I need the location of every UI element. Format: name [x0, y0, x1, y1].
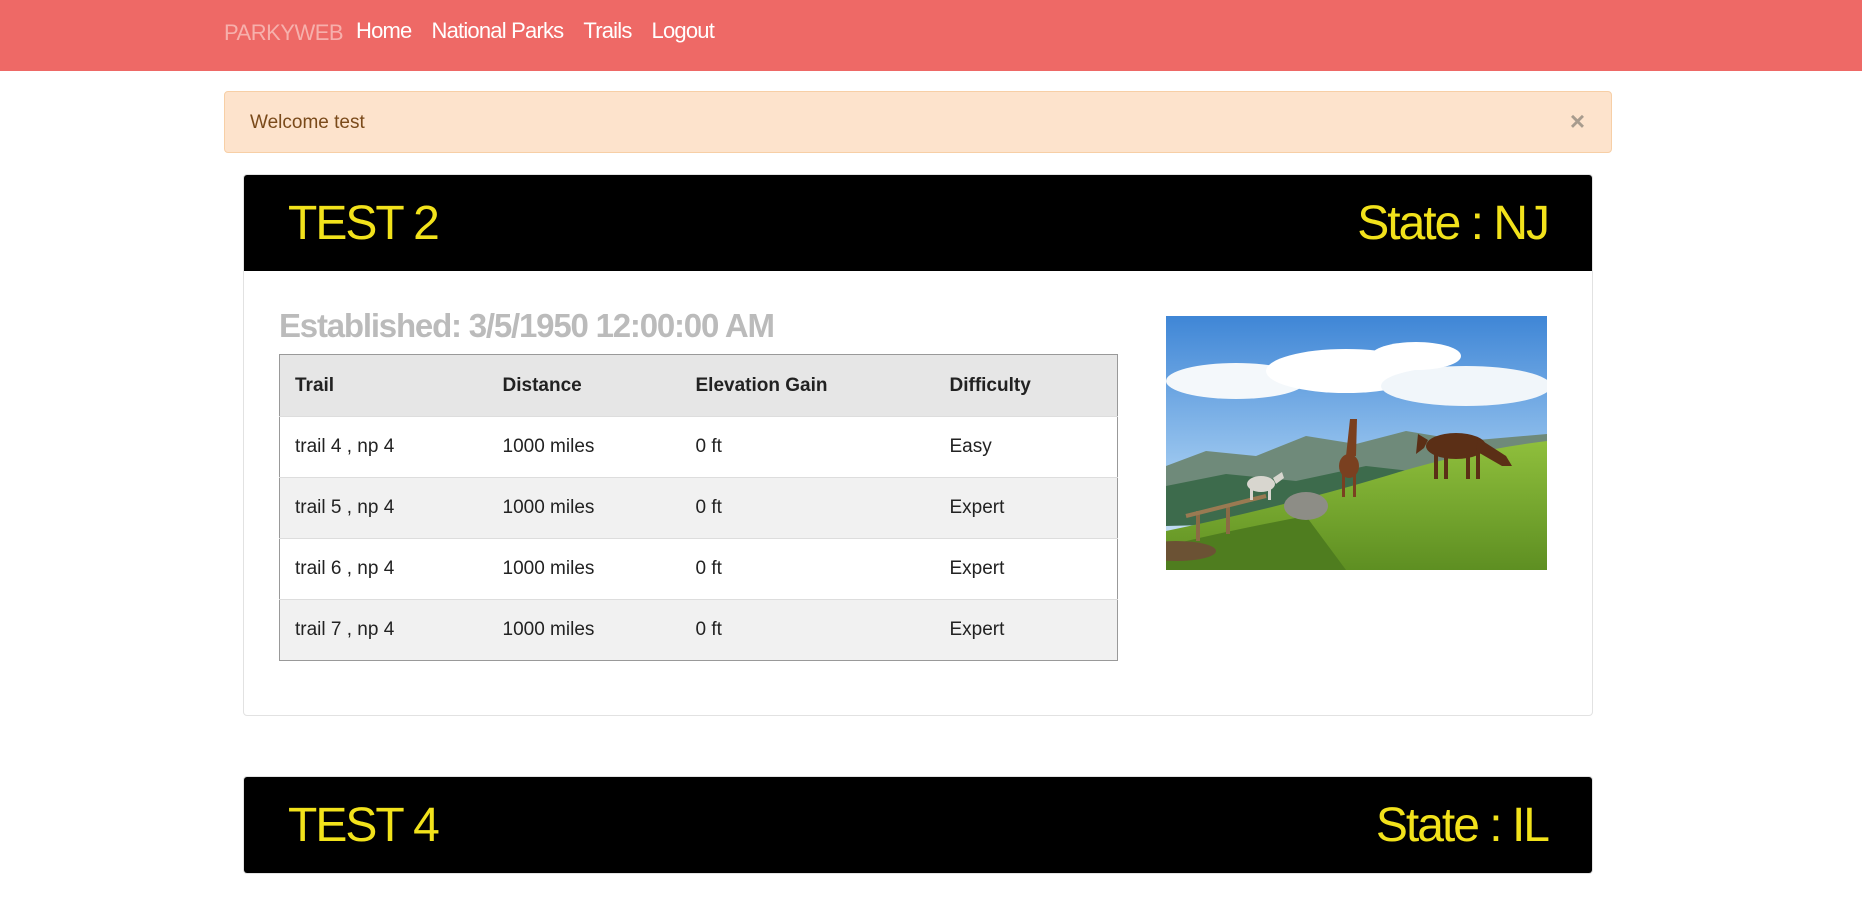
brand-logo[interactable]: PARKYWEB	[224, 20, 344, 46]
park-name: TEST 4	[288, 798, 440, 852]
nav-link-trails[interactable]: Trails	[583, 18, 632, 44]
horses-landscape-icon	[1166, 316, 1547, 570]
cell-elevation-gain: 0 ft	[680, 599, 935, 661]
welcome-alert: Welcome test ×	[224, 91, 1612, 153]
nav-link-national-parks[interactable]: National Parks	[432, 18, 565, 44]
cell-elevation-gain: 0 ft	[680, 538, 935, 600]
cell-difficulty: Expert	[934, 477, 1118, 539]
close-icon[interactable]: ×	[1570, 108, 1585, 134]
cell-trail: trail 7 , np 4	[279, 599, 488, 661]
top-navbar: PARKYWEB Home National Parks Trails Logo…	[0, 0, 1862, 71]
park-header: TEST 4 State : IL	[244, 777, 1592, 873]
park-state: State : NJ	[1357, 196, 1550, 250]
nav-link-home[interactable]: Home	[356, 18, 412, 44]
column-header-distance: Distance	[487, 354, 681, 417]
park-state: State : IL	[1375, 798, 1550, 852]
park-photo	[1166, 316, 1547, 570]
park-name: TEST 2	[288, 196, 440, 250]
park-body: Established: 3/5/1950 12:00:00 AM Trail …	[244, 271, 1592, 715]
cell-elevation-gain: 0 ft	[680, 477, 935, 539]
trails-table: Trail Distance Elevation Gain Difficulty…	[279, 354, 1118, 661]
alert-message: Welcome test	[250, 112, 365, 133]
column-header-difficulty: Difficulty	[934, 354, 1118, 417]
table-row: trail 6 , np 4 1000 miles 0 ft Expert	[279, 538, 1118, 600]
nav-links: Home National Parks Trails Logout	[356, 18, 715, 44]
table-header-row: Trail Distance Elevation Gain Difficulty	[279, 354, 1118, 417]
cell-distance: 1000 miles	[487, 477, 681, 539]
cell-difficulty: Easy	[934, 416, 1118, 478]
cell-trail: trail 5 , np 4	[279, 477, 488, 539]
column-header-trail: Trail	[279, 354, 488, 417]
park-card: TEST 2 State : NJ Established: 3/5/1950 …	[243, 174, 1593, 716]
cell-trail: trail 6 , np 4	[279, 538, 488, 600]
cell-trail: trail 4 , np 4	[279, 416, 488, 478]
table-row: trail 4 , np 4 1000 miles 0 ft Easy	[279, 416, 1118, 478]
park-card: TEST 4 State : IL	[243, 776, 1593, 874]
cell-difficulty: Expert	[934, 538, 1118, 600]
cell-difficulty: Expert	[934, 599, 1118, 661]
established-date: Established: 3/5/1950 12:00:00 AM	[279, 307, 775, 344]
table-row: trail 5 , np 4 1000 miles 0 ft Expert	[279, 477, 1118, 539]
cell-elevation-gain: 0 ft	[680, 416, 935, 478]
cell-distance: 1000 miles	[487, 416, 681, 478]
park-header: TEST 2 State : NJ	[244, 175, 1592, 271]
column-header-elevation-gain: Elevation Gain	[680, 354, 935, 417]
nav-link-logout[interactable]: Logout	[652, 18, 715, 44]
table-row: trail 7 , np 4 1000 miles 0 ft Expert	[279, 599, 1118, 661]
cell-distance: 1000 miles	[487, 538, 681, 600]
cell-distance: 1000 miles	[487, 599, 681, 661]
